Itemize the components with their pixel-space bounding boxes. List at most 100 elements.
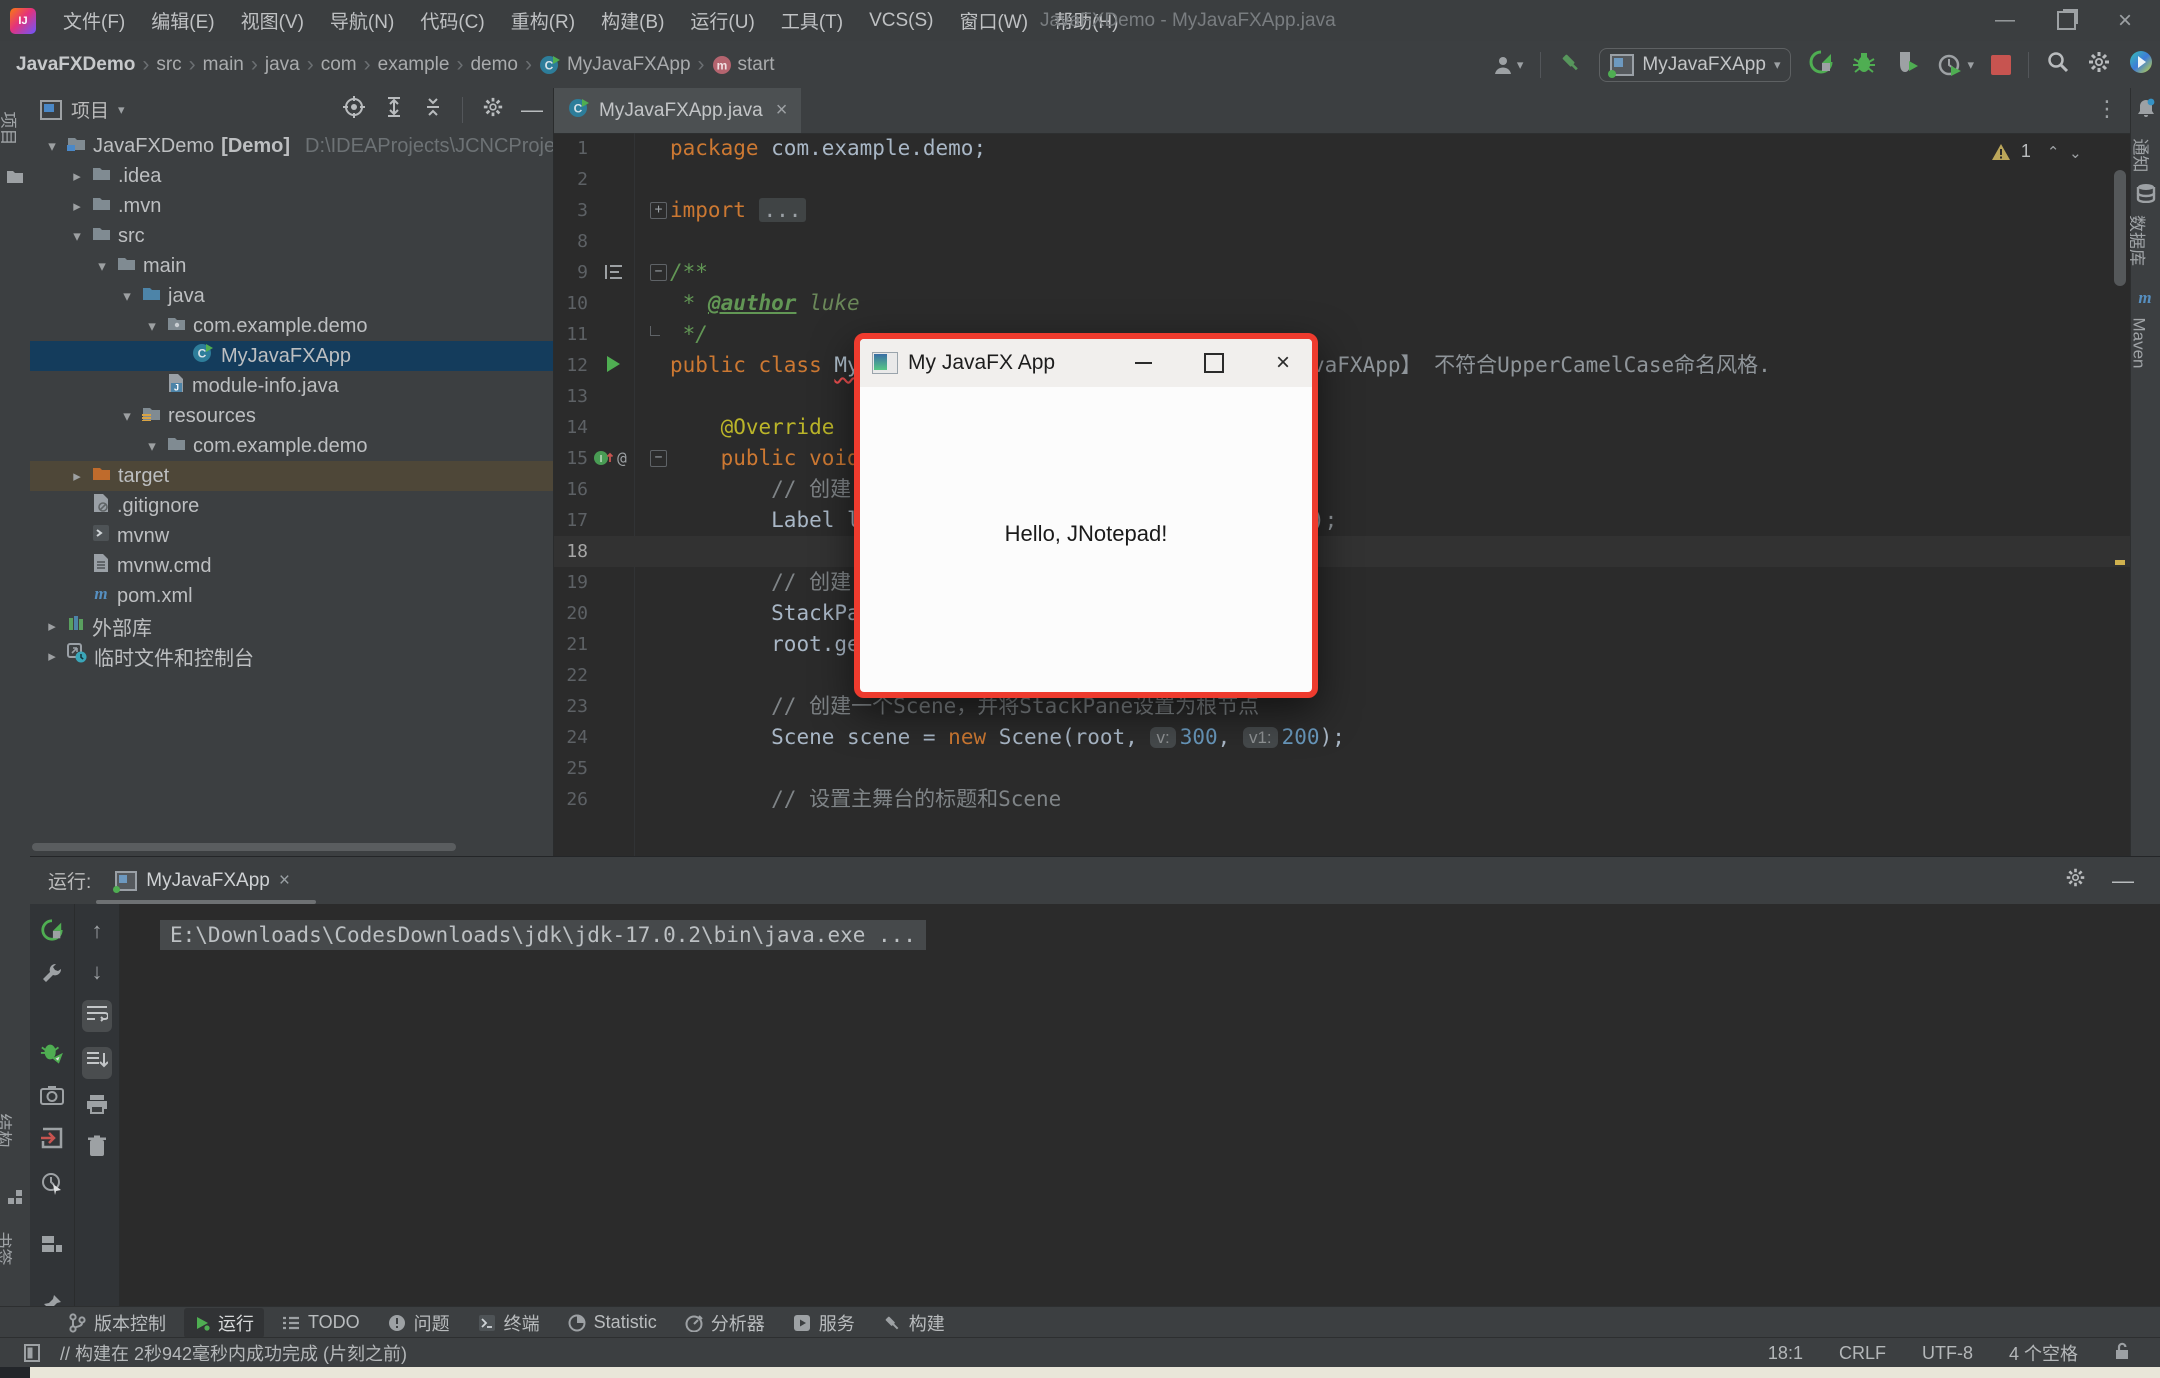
javafx-window-titlebar[interactable]: My JavaFX App ×	[860, 339, 1312, 387]
code-line-22[interactable]: 22	[554, 660, 2130, 691]
settings-gear-icon[interactable]	[2087, 50, 2111, 80]
code-line-16[interactable]: 16 // 创建	[554, 474, 2130, 505]
clear-all-trash-icon[interactable]	[87, 1135, 107, 1163]
collapse-all-icon[interactable]	[423, 96, 443, 124]
tree-toggle-icon[interactable]: ▾	[94, 257, 110, 275]
layout-settings-icon[interactable]	[41, 1235, 63, 1259]
close-icon[interactable]: ×	[2118, 7, 2132, 35]
code-line-23[interactable]: 23 // 创建一个Scene，并将StackPane设置为根节点	[554, 691, 2130, 722]
tree-item-com.example.demo[interactable]: ▾com.example.demo	[30, 311, 553, 341]
tree-toggle-icon[interactable]: ▾	[44, 137, 60, 155]
fold-marker-icon[interactable]	[650, 326, 660, 336]
code-line-10[interactable]: 10 * @author luke	[554, 288, 2130, 319]
menu-item[interactable]: 编辑(E)	[138, 0, 227, 41]
tool-stripe-project[interactable]: 项目	[0, 112, 23, 146]
learn-sphere-icon[interactable]	[2128, 49, 2154, 81]
bell-button[interactable]	[2136, 98, 2156, 124]
breadcrumb-item[interactable]: com	[321, 54, 357, 76]
hide-run-panel-icon[interactable]: —	[2112, 868, 2134, 894]
tree-toggle-icon[interactable]: ▾	[119, 407, 135, 425]
menu-item[interactable]: 运行(U)	[677, 0, 767, 41]
menu-item[interactable]: 工具(T)	[768, 0, 856, 41]
chevron-down-icon[interactable]: ▾	[118, 102, 125, 118]
tree-item-JavaFXDemo[interactable]: ▾JavaFXDemo [Demo]D:\IDEAProjects\JCNCPr…	[30, 131, 553, 161]
breadcrumb-item[interactable]: CMyJavaFXApp	[539, 54, 691, 76]
tree-toggle-icon[interactable]: ▸	[69, 167, 85, 185]
menu-item[interactable]: 重构(R)	[498, 0, 588, 41]
run-settings-gear-icon[interactable]	[2065, 867, 2086, 894]
tool-window-button-build[interactable]: 构建	[873, 1308, 955, 1338]
debug-icon[interactable]	[1851, 49, 1877, 81]
build-hammer-icon[interactable]	[1558, 50, 1582, 80]
code-line-15[interactable]: 15I@− public void	[554, 443, 2130, 474]
tool-stripe-bookmark[interactable]: 书签	[0, 1232, 18, 1266]
tool-window-switcher-icon[interactable]	[24, 1344, 40, 1367]
exit-icon[interactable]	[40, 1126, 64, 1156]
tree-item-.mvn[interactable]: ▸.mvn	[30, 191, 553, 221]
breadcrumb-item[interactable]: JavaFXDemo	[16, 54, 135, 76]
tree-toggle-icon[interactable]: ▾	[119, 287, 135, 305]
folder-icon[interactable]	[6, 168, 24, 190]
tree-toggle-icon[interactable]: ▾	[144, 437, 160, 455]
close-tab-icon[interactable]: ×	[776, 99, 788, 122]
tree-item-[interactable]: ▸临时文件和控制台	[30, 641, 553, 671]
file-encoding[interactable]: UTF-8	[1922, 1343, 1973, 1364]
editor-options-icon[interactable]: ⋮	[2096, 96, 2118, 122]
run-console[interactable]: E:\Downloads\CodesDownloads\jdk\jdk-17.0…	[120, 904, 2160, 1307]
tree-item-java[interactable]: ▾java	[30, 281, 553, 311]
profiler-run-icon[interactable]	[1894, 49, 1920, 81]
database-button[interactable]	[2136, 183, 2156, 209]
code-line-21[interactable]: 21 root.ge	[554, 629, 2130, 660]
tree-toggle-icon[interactable]: ▸	[44, 647, 60, 665]
code-line-13[interactable]: 13	[554, 381, 2130, 412]
structure-button[interactable]	[6, 1188, 24, 1212]
tree-item-pom.xml[interactable]: mpom.xml	[30, 581, 553, 611]
tool-window-button-todo[interactable]: TODO	[272, 1310, 370, 1335]
tool-window-button-branch[interactable]: 版本控制	[58, 1308, 176, 1338]
tree-item-mvnw[interactable]: mvnw	[30, 521, 553, 551]
search-everywhere-icon[interactable]	[2046, 50, 2070, 80]
warning-stripe-mark[interactable]	[2115, 560, 2125, 565]
code-line-14[interactable]: 14 @Override	[554, 412, 2130, 443]
code-line-20[interactable]: 20 StackPa	[554, 598, 2130, 629]
stop-icon[interactable]	[1991, 55, 2011, 75]
user-account-icon[interactable]: ▾	[1492, 54, 1524, 76]
fold-marker-icon[interactable]: −	[650, 264, 667, 281]
code-line-2[interactable]: 2	[554, 164, 2130, 195]
tool-window-button-terminal[interactable]: 终端	[468, 1308, 550, 1338]
tree-toggle-icon[interactable]: ▸	[44, 617, 60, 635]
tool-stripe-maven[interactable]: Maven	[2129, 317, 2149, 368]
tree-item-.gitignore[interactable]: .gitignore	[30, 491, 553, 521]
menu-item[interactable]: 构建(B)	[588, 0, 677, 41]
tool-window-button-profiler[interactable]: 分析器	[675, 1308, 775, 1338]
code-line-9[interactable]: 9−/**	[554, 257, 2130, 288]
fold-marker-icon[interactable]: +	[650, 202, 667, 219]
expand-all-icon[interactable]	[384, 96, 404, 124]
code-line-19[interactable]: 19 // 创建	[554, 567, 2130, 598]
tool-window-button-services[interactable]: 服务	[783, 1308, 865, 1338]
tool-stripe-structure[interactable]: 结构	[0, 1114, 18, 1148]
code-line-3[interactable]: 3+import ...	[554, 195, 2130, 226]
tree-item-[interactable]: ▸外部库	[30, 611, 553, 641]
menu-item[interactable]: 窗口(W)	[946, 0, 1041, 41]
tree-item-resources[interactable]: ▾resources	[30, 401, 553, 431]
tree-item-MyJavaFXApp[interactable]: CMyJavaFXApp	[30, 341, 553, 371]
up-stacktrace-icon[interactable]: ↑	[92, 918, 103, 944]
tree-item-main[interactable]: ▾main	[30, 251, 553, 281]
menu-item[interactable]: VCS(S)	[856, 0, 946, 41]
fx-minimize-icon[interactable]	[1135, 362, 1152, 364]
coverage-run-icon[interactable]: ▾	[1937, 52, 1974, 78]
scroll-to-end-icon[interactable]	[82, 1047, 112, 1079]
breadcrumb-item[interactable]: java	[265, 54, 300, 76]
tree-toggle-icon[interactable]: ▸	[69, 197, 85, 215]
run-tab[interactable]: MyJavaFXApp ×	[105, 857, 300, 904]
tree-toggle-icon[interactable]: ▸	[69, 467, 85, 485]
tree-item-target[interactable]: ▸target	[30, 461, 553, 491]
code-line-18[interactable]: 18	[554, 536, 2130, 567]
fx-close-icon[interactable]: ×	[1276, 351, 1290, 375]
editor-scrollbar[interactable]	[2114, 170, 2126, 286]
breadcrumb-item[interactable]: mstart	[712, 54, 775, 76]
breadcrumb-item[interactable]: example	[378, 54, 450, 76]
tree-toggle-icon[interactable]: ▾	[69, 227, 85, 245]
breadcrumb-item[interactable]: main	[203, 54, 244, 76]
